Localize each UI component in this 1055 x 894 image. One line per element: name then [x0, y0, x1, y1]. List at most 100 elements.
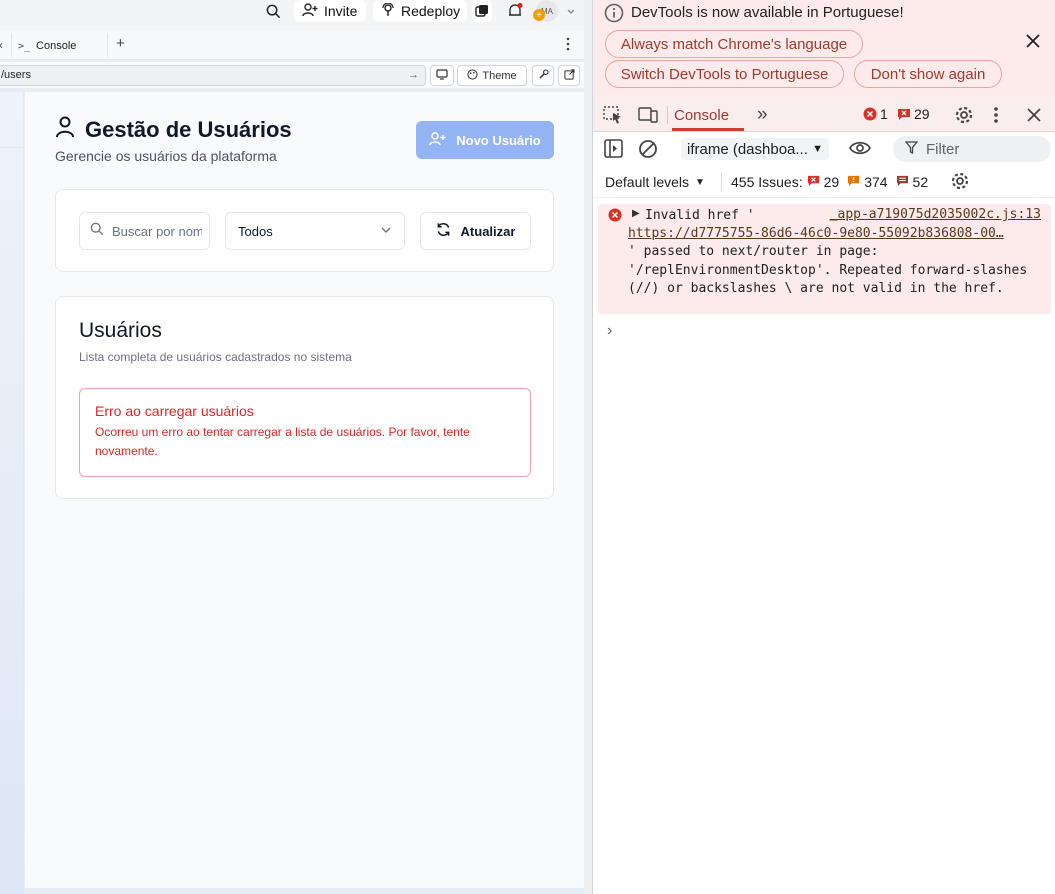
status-filter-select[interactable]: Todos: [225, 212, 405, 250]
tab-console[interactable]: >_ Console: [11, 34, 108, 58]
issue-error-icon: [807, 174, 820, 190]
search-icon[interactable]: [264, 2, 282, 20]
chrome-devtools: DevTools is now available in Portuguese!…: [592, 0, 1055, 894]
context-select[interactable]: iframe (dashboa... ▼: [681, 138, 829, 160]
devtools-toggle-button[interactable]: [532, 65, 554, 86]
message-source-link[interactable]: _app-a719075d2035002c.js:13: [830, 207, 1041, 222]
refresh-button[interactable]: Atualizar: [420, 212, 531, 250]
infobar-message: DevTools is now available in Portuguese!: [631, 4, 904, 21]
settings-gear-icon[interactable]: [954, 105, 974, 130]
search-icon: [90, 222, 104, 241]
page-title-text: Gestão de Usuários: [85, 117, 292, 142]
always-match-language-button[interactable]: Always match Chrome's language: [605, 30, 863, 58]
notification-bell-icon[interactable]: [506, 2, 524, 20]
chevron-left-icon[interactable]: ‹: [0, 38, 3, 52]
users-card: Usuários Lista completa de usuários cada…: [55, 296, 554, 499]
arrow-right-icon[interactable]: →: [408, 66, 419, 85]
console-filter-bar: iframe (dashboa... ▼ Filter: [593, 132, 1055, 166]
user-management-page: Gestão de Usuários Gerencie os usuários …: [25, 92, 584, 888]
redeploy-button[interactable]: Redeploy: [373, 0, 467, 22]
separator: [667, 106, 668, 124]
wrench-icon: [538, 68, 549, 83]
dont-show-again-button[interactable]: Don't show again: [854, 60, 1002, 88]
error-count: 1: [880, 106, 888, 122]
new-user-button[interactable]: Novo Usuário: [416, 121, 554, 159]
page-subtitle: Gerencie os usuários da plataforma: [55, 148, 277, 164]
default-levels-label: Default levels: [605, 174, 690, 190]
page-title: Gestão de Usuários: [55, 116, 292, 144]
message-url-link[interactable]: https://d7775755-86d6-46c0-9e80-55092b83…: [628, 225, 1028, 243]
issues-warnings-count: 374: [864, 174, 888, 190]
url-field[interactable]: /users →: [0, 65, 426, 86]
issues-summary[interactable]: 455 Issues: 29 374 52: [731, 174, 928, 190]
separator: [721, 173, 722, 191]
replit-workspace: Invite Redeploy MA + ‹ >_ Console +: [0, 0, 592, 894]
theme-button[interactable]: Theme: [457, 65, 527, 86]
search-input[interactable]: [112, 223, 202, 239]
devices-button[interactable]: [430, 65, 454, 86]
app-sidebar-collapsed: [0, 92, 24, 894]
error-count-icon[interactable]: 1: [863, 106, 888, 122]
message-prefix: Invalid href ': [645, 208, 755, 223]
error-title: Erro ao carregar usuários: [95, 403, 254, 419]
error-alert: Erro ao carregar usuários Ocorreu um err…: [79, 388, 531, 477]
url-path: /users: [1, 69, 31, 81]
tab-console-label: Console: [36, 40, 77, 52]
terminal-icon: >_: [18, 40, 31, 52]
status-filter-value: Todos: [238, 223, 273, 239]
chevron-down-icon: [380, 224, 392, 239]
tab-console-underline: [672, 128, 744, 131]
default-levels-dropdown[interactable]: Default levels ▼: [605, 174, 705, 190]
devtools-main-toolbar: Console » 1 29: [593, 98, 1055, 132]
console-filter-input[interactable]: Filter: [893, 136, 1051, 162]
more-vertical-icon[interactable]: [993, 106, 999, 129]
refresh-label: Atualizar: [460, 223, 516, 239]
issue-warning-icon: [847, 174, 860, 190]
monitor-icon: [436, 68, 448, 83]
webview-urlbar: /users → Theme: [0, 62, 584, 88]
live-expression-eye-icon[interactable]: [849, 140, 871, 161]
error-circle-icon: [608, 208, 622, 227]
console-prompt-chevron-icon[interactable]: ›: [607, 322, 612, 340]
users-card-title: Usuários: [79, 319, 162, 342]
users-card-subtitle: Lista completa de usuários cadastrados n…: [79, 350, 352, 364]
filter-card: Todos Atualizar: [55, 189, 554, 272]
pane-divider[interactable]: [584, 0, 592, 894]
chevron-down-icon[interactable]: [562, 2, 580, 20]
more-tabs-icon[interactable]: »: [757, 104, 768, 126]
console-levels-bar: Default levels ▼ 455 Issues: 29 374 52: [593, 166, 1055, 198]
context-select-value: iframe (dashboa...: [687, 140, 808, 158]
deploy-icon: [381, 1, 395, 20]
filter-funnel-icon: [904, 140, 919, 158]
more-vertical-icon[interactable]: [563, 36, 573, 57]
console-settings-gear-icon[interactable]: [950, 171, 970, 194]
windows-icon[interactable]: [472, 0, 492, 22]
new-user-label: Novo Usuário: [456, 132, 541, 148]
invite-button[interactable]: Invite: [294, 0, 366, 22]
external-link-icon: [563, 68, 575, 83]
sidebar-toggle-icon[interactable]: [604, 139, 623, 163]
clear-console-icon[interactable]: [638, 139, 658, 164]
issue-info-icon: [896, 174, 909, 190]
filter-placeholder: Filter: [926, 140, 960, 158]
workspace-tabstrip: ‹ >_ Console +: [0, 30, 584, 60]
tab-console[interactable]: Console: [674, 107, 729, 124]
issues-label: 455 Issues:: [731, 174, 803, 190]
device-toolbar-icon[interactable]: [638, 106, 658, 129]
close-icon[interactable]: [1025, 33, 1041, 54]
inspect-element-icon[interactable]: [603, 106, 623, 129]
error-description: Ocorreu um erro ao tentar carregar a lis…: [95, 425, 470, 458]
issues-badge-icon[interactable]: 29: [897, 106, 930, 122]
add-user-icon: [302, 2, 318, 20]
add-tab-button[interactable]: +: [116, 35, 125, 52]
console-error-message[interactable]: ▶ Invalid href ' https://d7775755-86d6-4…: [598, 204, 1051, 314]
open-new-tab-button[interactable]: [558, 65, 580, 86]
theme-label: Theme: [482, 69, 517, 82]
close-devtools-icon[interactable]: [1026, 107, 1042, 128]
switch-language-button[interactable]: Switch DevTools to Portuguese: [605, 60, 844, 88]
search-box[interactable]: [79, 212, 210, 250]
invite-label: Invite: [324, 3, 358, 19]
add-user-icon: [429, 131, 446, 149]
issues-badge-count: 29: [914, 106, 930, 122]
issues-info-count: 52: [912, 174, 929, 190]
